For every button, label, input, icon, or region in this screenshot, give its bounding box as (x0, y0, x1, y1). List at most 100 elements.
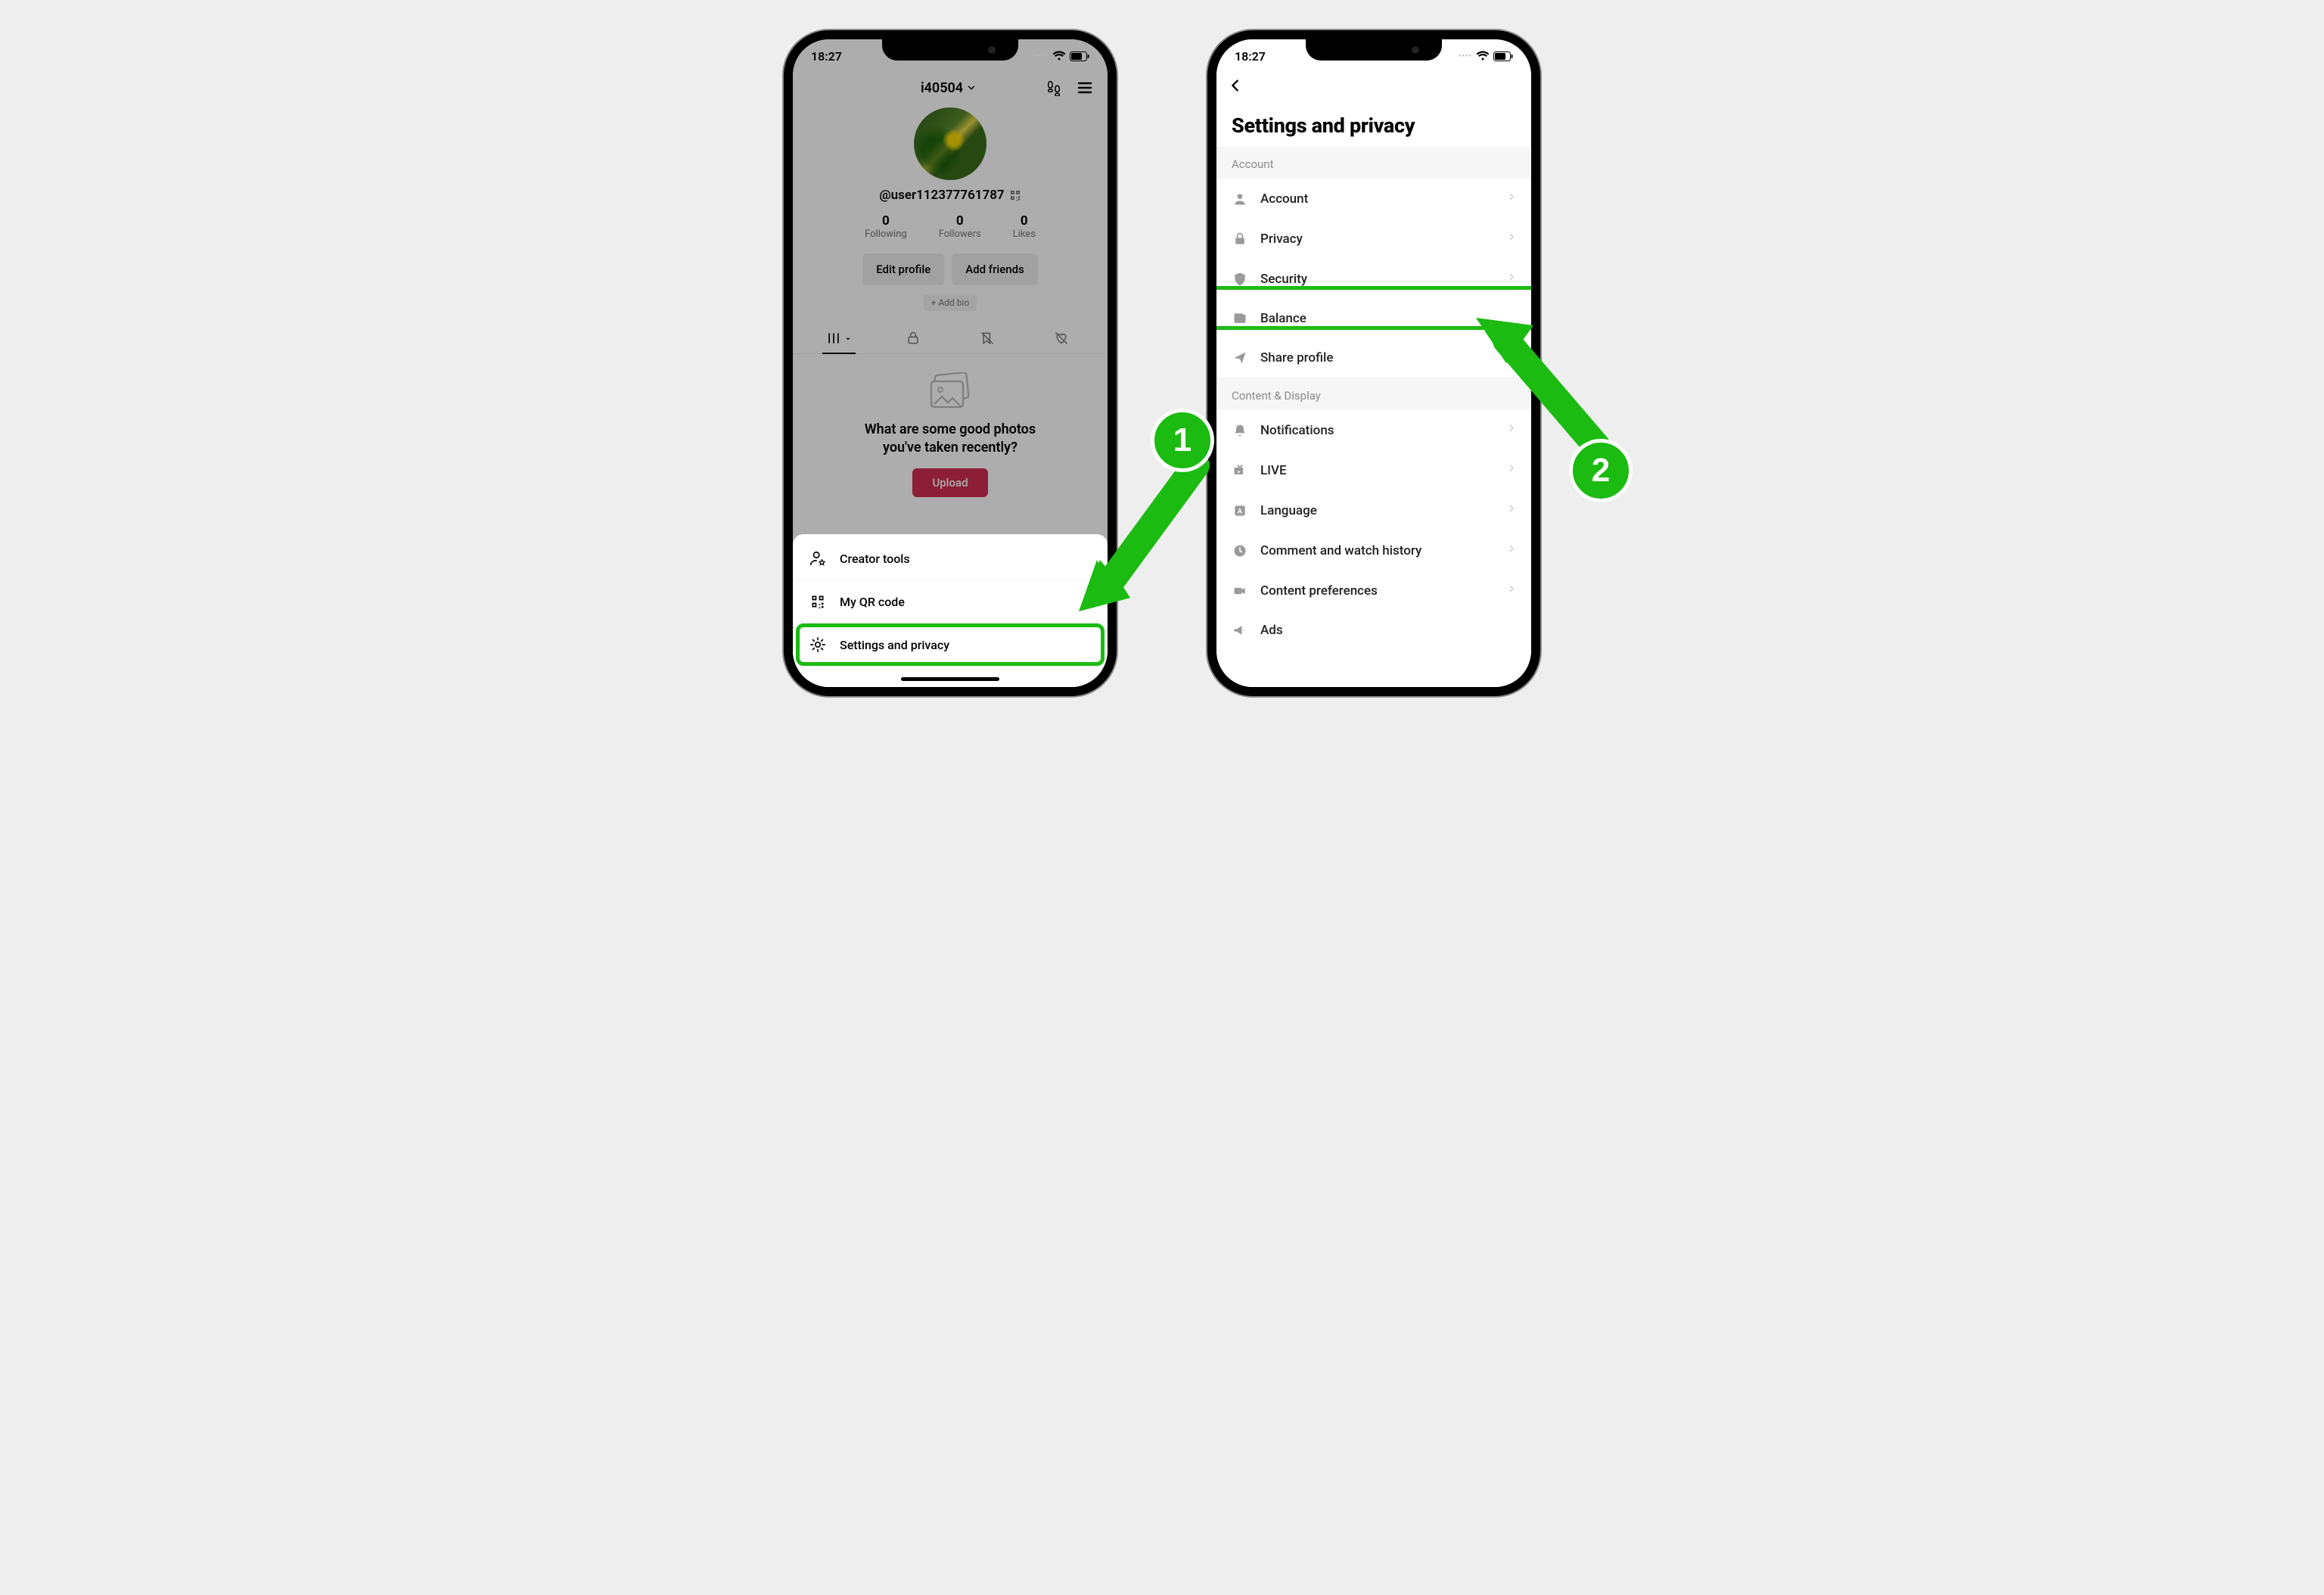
likes-label: Likes (1013, 229, 1036, 240)
row-content-preferences[interactable]: Content preferences (1216, 571, 1531, 611)
status-icons: •••• (1035, 51, 1089, 61)
wifi-icon (1476, 51, 1490, 61)
row-comment-history-label: Comment and watch history (1260, 543, 1495, 558)
grid-icon (826, 331, 841, 346)
row-notifications[interactable]: Notifications (1216, 410, 1531, 450)
profile-name-dropdown[interactable]: i40504 (852, 80, 1045, 96)
row-notifications-label: Notifications (1260, 423, 1495, 438)
username-row: @user112377761787 (793, 188, 1108, 203)
row-share-profile[interactable]: Share profile (1216, 338, 1531, 378)
empty-state: What are some good photos you've taken r… (793, 354, 1108, 505)
row-security-label: Security (1260, 272, 1495, 287)
row-language-label: Language (1260, 503, 1495, 518)
chevron-right-icon (1507, 502, 1516, 518)
following-count: 0 (865, 213, 907, 229)
share-icon (1232, 350, 1248, 365)
row-content-preferences-label: Content preferences (1260, 583, 1495, 599)
settings-page: Settings and privacy Account Account Pri… (1216, 39, 1531, 687)
row-security[interactable]: Security (1216, 259, 1531, 299)
step-badge-2: 2 (1569, 439, 1633, 502)
step-badge-2-number: 2 (1592, 452, 1610, 490)
row-share-profile-label: Share profile (1260, 350, 1516, 365)
settings-scroll[interactable]: Account Account Privacy Security (1216, 147, 1531, 687)
signal-dots: •••• (1035, 52, 1049, 61)
lock-icon (906, 331, 921, 346)
add-friends-button[interactable]: Add friends (952, 253, 1038, 285)
edit-profile-button[interactable]: Edit profile (862, 253, 944, 285)
hamburger-menu-icon[interactable] (1076, 79, 1094, 97)
row-ads[interactable]: Ads (1216, 611, 1531, 650)
followers-count: 0 (939, 213, 981, 229)
clock-icon (1232, 543, 1248, 558)
section-account-header: Account (1216, 147, 1531, 179)
qr-code-icon (809, 593, 826, 610)
footsteps-icon[interactable] (1045, 79, 1062, 96)
phone-1-wrapper: 18:27 •••• i40504 (784, 30, 1117, 1565)
sheet-label-qr-code: My QR code (840, 595, 905, 609)
sheet-item-creator-tools[interactable]: Creator tools (793, 537, 1108, 580)
tab-liked[interactable] (1024, 323, 1098, 353)
row-balance[interactable]: Balance (1216, 299, 1531, 338)
tab-private[interactable] (876, 323, 950, 353)
phone-notch (882, 39, 1018, 61)
chevron-right-icon (1507, 191, 1516, 207)
upload-button[interactable]: Upload (912, 468, 987, 497)
sheet-item-qr-code[interactable]: My QR code (793, 580, 1108, 623)
profile-buttons: Edit profile Add friends (793, 253, 1108, 285)
status-icons: •••• (1459, 51, 1513, 61)
live-icon (1232, 463, 1248, 478)
row-language[interactable]: A Language (1216, 490, 1531, 530)
row-live-label: LIVE (1260, 463, 1495, 478)
add-bio-button[interactable]: + Add bio (924, 294, 977, 311)
stat-following[interactable]: 0 Following (865, 213, 907, 240)
video-icon (1232, 583, 1248, 599)
row-account[interactable]: Account (1216, 179, 1531, 219)
sheet-label-settings-privacy: Settings and privacy (840, 638, 949, 652)
wallet-icon (1232, 311, 1248, 326)
row-ads-label: Ads (1260, 623, 1516, 638)
following-label: Following (865, 229, 907, 240)
language-icon: A (1232, 503, 1248, 518)
empty-state-text: What are some good photos you've taken r… (808, 421, 1092, 458)
shield-icon (1232, 272, 1248, 287)
tab-grid[interactable] (802, 323, 876, 353)
photos-icon (925, 372, 975, 412)
wifi-icon (1052, 51, 1066, 61)
status-time: 18:27 (1235, 49, 1266, 64)
profile-name: i40504 (921, 80, 963, 96)
row-comment-history[interactable]: Comment and watch history (1216, 530, 1531, 571)
back-button[interactable] (1216, 73, 1531, 101)
status-time: 18:27 (811, 49, 842, 64)
person-star-icon (809, 550, 826, 567)
stat-likes[interactable]: 0 Likes (1013, 213, 1036, 240)
avatar[interactable] (914, 107, 986, 180)
heart-off-icon (1054, 331, 1069, 346)
caret-down-icon (844, 335, 852, 343)
tab-reposts[interactable] (950, 323, 1024, 353)
empty-line2: you've taken recently? (883, 440, 1018, 455)
phone-notch (1306, 39, 1442, 61)
phone-frame-1: 18:27 •••• i40504 (784, 30, 1117, 696)
likes-count: 0 (1013, 213, 1036, 229)
profile-screen: i40504 @user112377761787 0 (793, 39, 1108, 687)
sheet-item-settings-privacy[interactable]: Settings and privacy (793, 623, 1108, 666)
username: @user112377761787 (879, 188, 1004, 203)
profile-header: i40504 (793, 73, 1108, 100)
chevron-left-icon (1227, 77, 1244, 94)
stat-followers[interactable]: 0 Followers (939, 213, 981, 240)
row-live[interactable]: LIVE (1216, 450, 1531, 490)
chevron-right-icon (1507, 543, 1516, 558)
section-content-header: Content & Display (1216, 378, 1531, 410)
options-sheet: Creator tools My QR code Settings and pr… (793, 534, 1108, 687)
qr-small-icon[interactable] (1009, 189, 1021, 201)
lock-icon (1232, 232, 1248, 247)
settings-screen: Settings and privacy Account Account Pri… (1216, 39, 1531, 687)
profile-tabs (793, 323, 1108, 354)
row-balance-label: Balance (1260, 311, 1516, 326)
battery-icon (1493, 51, 1513, 61)
row-privacy[interactable]: Privacy (1216, 219, 1531, 259)
followers-label: Followers (939, 229, 981, 240)
step-badge-1: 1 (1151, 409, 1214, 472)
megaphone-icon (1232, 623, 1248, 638)
home-indicator[interactable] (901, 677, 999, 681)
